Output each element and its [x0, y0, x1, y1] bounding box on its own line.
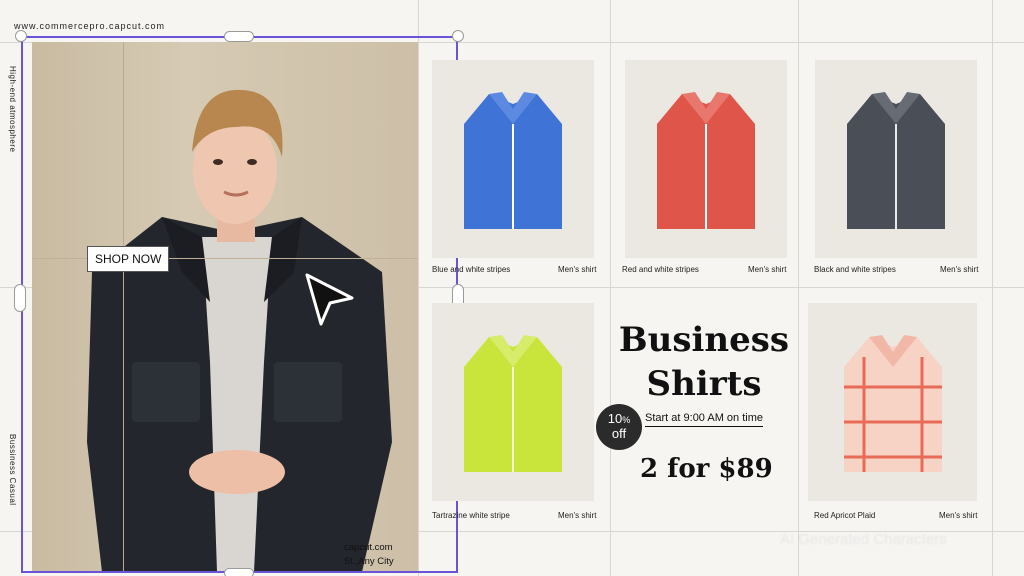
grid-line [418, 0, 419, 576]
side-label-top: High-end atmosphere [8, 66, 17, 153]
product-name: Black and white stripes [814, 265, 896, 274]
start-time-text: Start at 9:00 AM on time [645, 412, 764, 427]
presenter-video[interactable] [32, 42, 418, 572]
resize-handle-bottom[interactable] [224, 568, 254, 576]
backdrop-seam [123, 42, 124, 572]
presenter-figure [87, 89, 392, 572]
product-image-red-stripes[interactable] [625, 60, 787, 258]
product-image-tartrazine-stripe[interactable] [432, 303, 594, 501]
address-text: capcut.com St.,Any City [344, 541, 394, 569]
address-line: capcut.com [344, 542, 393, 553]
cursor-arrow-icon [305, 273, 354, 326]
promo-title-line2: Shirts [646, 364, 762, 404]
product-type: Men's shirt [558, 265, 597, 274]
discount-unit: % [622, 415, 631, 425]
product-name: Red and white stripes [622, 265, 699, 274]
discount-word: off [611, 426, 627, 441]
product-image-red-apricot-plaid[interactable] [808, 303, 977, 501]
shirt-icon [843, 335, 942, 472]
shirt-icon [847, 92, 945, 229]
side-label-bottom: Bussiness Casual [8, 434, 17, 506]
product-name: Blue and white stripes [432, 265, 511, 274]
resize-handle-top[interactable] [224, 31, 254, 42]
discount-value: 10 [607, 411, 623, 426]
product-image-blue-stripes[interactable] [432, 60, 594, 258]
product-type: Men's shirt [558, 511, 597, 520]
product-image-black-stripes[interactable] [815, 60, 977, 258]
shirt-icon [464, 92, 562, 229]
promo-title-line1: Business [618, 320, 790, 360]
product-name: Tartrazine white stripe [432, 511, 510, 520]
discount-badge: 10% off [596, 404, 642, 450]
shirt-icon [657, 92, 755, 229]
product-type: Men's shirt [940, 265, 979, 274]
product-type: Men's shirt [748, 265, 787, 274]
product-name: Red Apricot Plaid [814, 511, 876, 520]
grid-line [798, 0, 799, 576]
shirt-icon [464, 335, 562, 472]
address-line: St.,Any City [344, 556, 394, 567]
resize-handle-top-right[interactable] [452, 30, 464, 42]
grid-line [992, 0, 993, 576]
shop-now-button[interactable]: SHOP NOW [87, 246, 170, 272]
resize-handle-top-left[interactable] [15, 30, 27, 42]
product-type: Men's shirt [939, 511, 978, 520]
grid-line [610, 0, 611, 576]
site-url: www.commercepro.capcut.com [14, 21, 166, 31]
price-text: 2 for $89 [640, 454, 773, 484]
ai-watermark: AI Generated Characters [780, 531, 947, 548]
resize-handle-left[interactable] [14, 284, 26, 312]
